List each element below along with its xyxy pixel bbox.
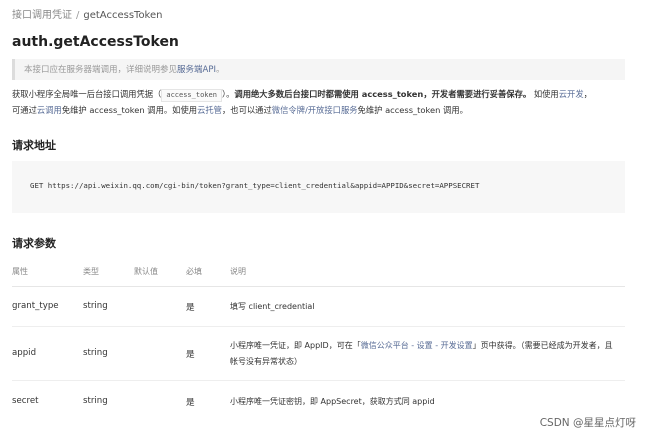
breadcrumb: 接口调用凭证 / getAccessToken	[12, 6, 162, 21]
breadcrumb-parent-link[interactable]: 接口调用凭证	[12, 10, 72, 21]
param-name-secret: secret	[12, 396, 39, 406]
desc-text: 可通过	[12, 105, 37, 115]
breadcrumb-separator: /	[76, 10, 80, 21]
param-name-grant-type: grant_type	[12, 301, 59, 311]
request-url-heading: 请求地址	[12, 139, 56, 152]
param-description: 填写 client_credential	[230, 302, 315, 311]
param-type: string	[83, 348, 108, 358]
column-header-required: 必填	[186, 267, 202, 276]
column-header-description: 说明	[230, 267, 246, 276]
wechat-mp-settings-link[interactable]: 微信公众平台 - 设置 - 开发设置	[361, 341, 473, 350]
note-text: 本接口应在服务器端调用，详细说明参见	[24, 65, 178, 75]
param-required: 是	[186, 303, 195, 313]
table-row-divider	[12, 326, 625, 327]
desc-text: ，也可以通过	[221, 105, 272, 115]
param-required: 是	[186, 350, 195, 360]
param-description: 小程序唯一凭证，即 AppID，可在「微信公众平台 - 设置 - 开发设置」页中…	[230, 338, 620, 370]
page-title: auth.getAccessToken	[12, 34, 179, 50]
column-header-type: 类型	[83, 267, 99, 276]
desc-text: 获取小程序全局唯一后台接口调用凭据（	[12, 89, 162, 99]
note-end: 。	[215, 65, 225, 75]
param-name-appid: appid	[12, 348, 37, 358]
desc-text: 小程序唯一凭证，即 AppID，可在「	[230, 341, 361, 350]
csdn-watermark: CSDN @星星点灯呀	[539, 417, 636, 429]
access-token-code: access_token	[161, 89, 222, 102]
param-type: string	[83, 301, 108, 311]
table-header-divider	[12, 286, 625, 287]
description: 获取小程序全局唯一后台接口调用凭据（ access_token ）。调用绝大多数后台…	[12, 86, 632, 118]
param-required: 是	[186, 398, 195, 408]
cloud-hosting-link[interactable]: 云托管	[197, 105, 222, 115]
desc-bold-text: 调用绝大多数后台接口时都需使用 access_token，开发者需要进行妥善保存…	[234, 89, 532, 99]
cloud-dev-link[interactable]: 云开发	[559, 89, 584, 99]
table-row-divider	[12, 380, 625, 381]
wechat-token-service-link[interactable]: 微信令牌/开放接口服务	[272, 105, 358, 115]
request-params-heading: 请求参数	[12, 237, 56, 250]
request-url-code-block: GET https://api.weixin.qq.com/cgi-bin/to…	[12, 161, 625, 213]
desc-text: 免维护 access_token 调用。	[357, 105, 468, 115]
desc-text: ，	[583, 89, 592, 99]
param-type: string	[83, 396, 108, 406]
desc-text: 如使用	[531, 89, 559, 99]
column-header-default: 默认值	[134, 267, 158, 276]
desc-text: 免维护 access_token 调用。如使用	[61, 105, 198, 115]
note-box: 本接口应在服务器端调用，详细说明参见服务端API。	[12, 59, 625, 80]
cloud-call-link[interactable]: 云调用	[37, 105, 62, 115]
description-line-1: 获取小程序全局唯一后台接口调用凭据（ access_token ）。调用绝大多数后台…	[12, 86, 632, 102]
description-line-2: 可通过云调用免维护 access_token 调用。如使用云托管，也可以通过微信…	[12, 102, 632, 118]
server-api-link[interactable]: 服务端API	[177, 65, 216, 75]
param-description: 小程序唯一凭证密钥，即 AppSecret，获取方式同 appid	[230, 397, 435, 406]
column-header-name: 属性	[12, 267, 28, 276]
desc-text: ）。	[221, 89, 235, 99]
breadcrumb-current: getAccessToken	[83, 10, 163, 21]
